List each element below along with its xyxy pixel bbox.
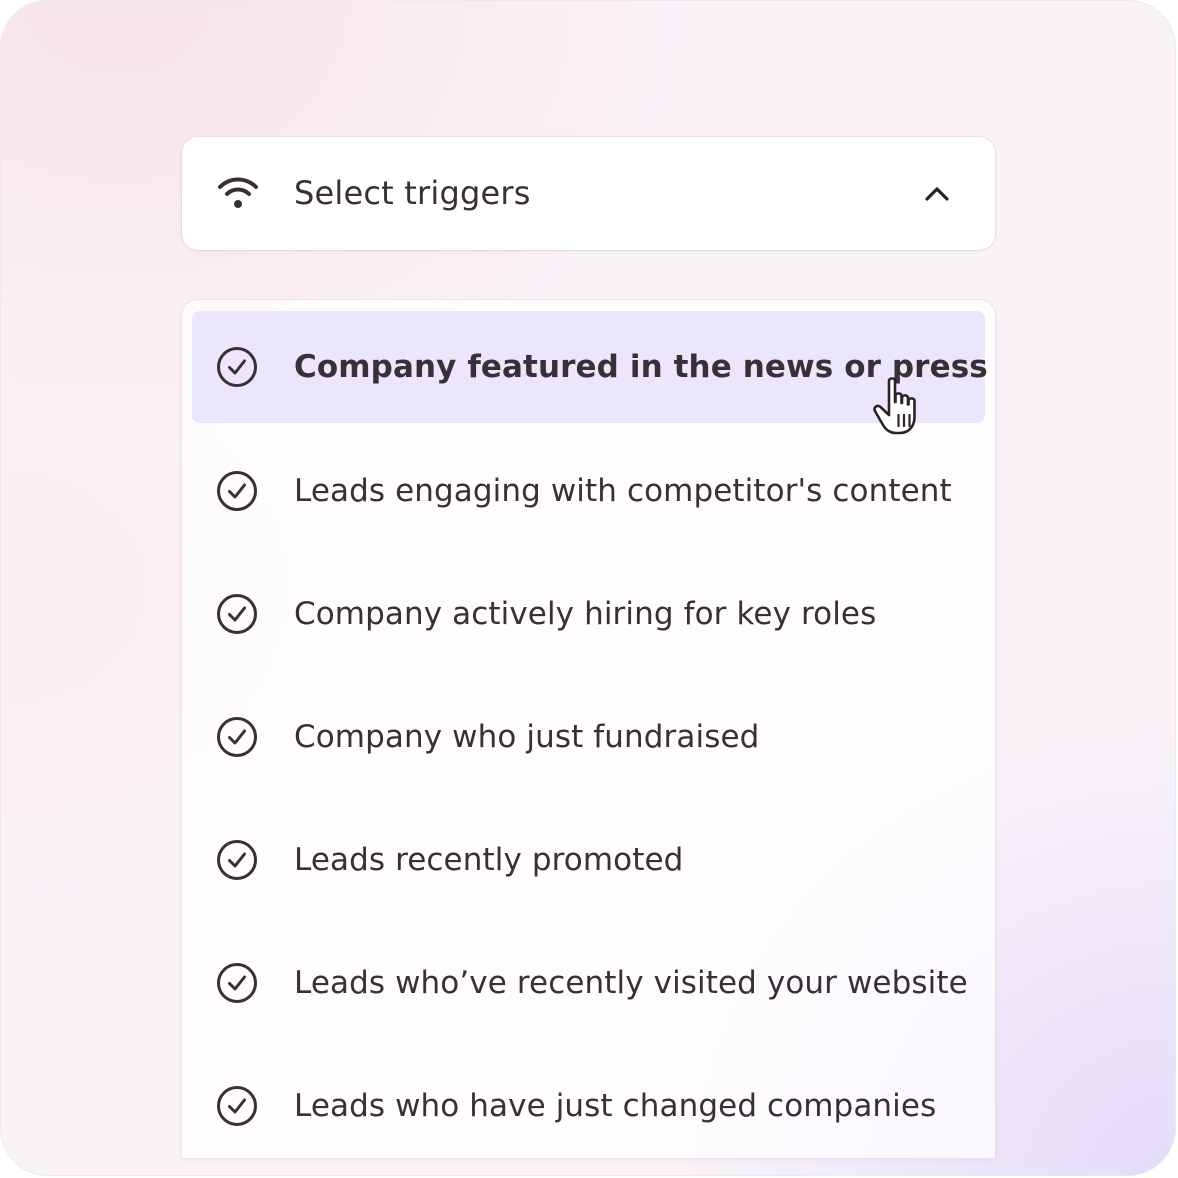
option-company-featured-in-news[interactable]: Company featured in the news or press [192,311,988,423]
check-circle-icon [217,471,257,511]
app-frame: Select triggers Company featured in the … [0,0,1176,1176]
option-leads-engaging-competitor[interactable]: Leads engaging with competitor's content [192,435,985,547]
option-leads-promoted[interactable]: Leads recently promoted [192,804,985,916]
select-triggers-label: Select triggers [294,174,531,212]
option-company-hiring[interactable]: Company actively hiring for key roles [192,558,985,670]
check-circle-icon [217,840,257,880]
option-label: Leads who’ve recently visited your websi… [294,965,968,1001]
option-label: Company featured in the news or press [294,349,988,385]
option-company-fundraised[interactable]: Company who just fundraised [192,681,985,793]
chevron-up-icon[interactable] [922,179,952,209]
check-circle-icon [217,347,257,387]
option-leads-visited-website[interactable]: Leads who’ve recently visited your websi… [192,927,985,1039]
trigger-options-list: Company featured in the news or press Le… [182,300,995,1158]
select-triggers-dropdown[interactable]: Select triggers [182,137,995,250]
option-label: Leads engaging with competitor's content [294,473,952,509]
option-label: Leads who have just changed companies [294,1088,937,1124]
check-circle-icon [217,594,257,634]
option-label: Company who just fundraised [294,719,760,755]
option-label: Company actively hiring for key roles [294,596,877,632]
check-circle-icon [217,963,257,1003]
option-leads-changed-companies[interactable]: Leads who have just changed companies [192,1050,985,1158]
check-circle-icon [217,717,257,757]
wifi-signal-icon [218,177,258,208]
check-circle-icon [217,1086,257,1126]
option-label: Leads recently promoted [294,842,684,878]
